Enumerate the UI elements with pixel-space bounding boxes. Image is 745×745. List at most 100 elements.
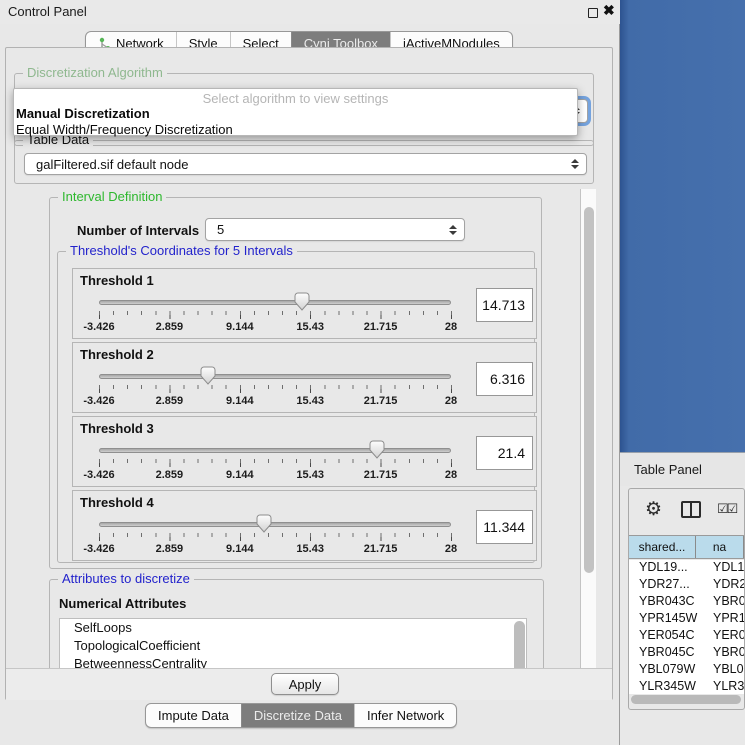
threshold-coordinates-title: Threshold's Coordinates for 5 Intervals	[66, 243, 297, 258]
table-panel: ⚙ ☑☑ shared...na YDL19...YDL1YDR27...YDR…	[628, 488, 745, 710]
tick-label: 15.43	[296, 395, 324, 407]
table-hscrollbar[interactable]	[631, 695, 741, 704]
interval-definition-title: Interval Definition	[58, 189, 166, 204]
threshold-value-field[interactable]: 11.344	[476, 510, 533, 544]
threshold-panel: Threshold 3 -3.426 2.859 9.144 15.43 21.715 28…	[72, 416, 537, 487]
table-data-group: Table Data galFiltered.sif default node	[14, 140, 594, 184]
threshold-panel: Threshold 4-3.4262.8599.14415.4321.71528…	[72, 490, 537, 561]
tick-label: -3.426	[83, 395, 114, 407]
slider-track[interactable]	[99, 448, 451, 453]
table-row[interactable]: YDL19...YDL1	[629, 560, 744, 577]
threshold-coordinates-group: Threshold's Coordinates for 5 Intervals …	[57, 251, 535, 563]
slider-track[interactable]	[99, 300, 451, 305]
num-intervals-label: Number of Intervals	[77, 223, 199, 238]
threshold-label: Threshold 2	[80, 347, 154, 362]
column-header[interactable]: na	[696, 536, 744, 558]
numerical-attributes-list[interactable]: SelfLoopsTopologicalCoefficientBetweenne…	[59, 618, 527, 669]
threshold-panel: Threshold 1 -3.426 2.859 9.144 15.43 21.715 28…	[72, 268, 537, 339]
tick-label: 21.715	[364, 321, 398, 333]
tab-discretize-data[interactable]: Discretize Data	[241, 704, 354, 727]
tick-label: 9.144	[226, 543, 254, 555]
table-row[interactable]: YER054CYER0	[629, 628, 744, 645]
tick-label: 21.715	[364, 395, 398, 407]
attributes-group: Attributes to discretize Numerical Attri…	[49, 579, 544, 669]
tick-label: -3.426	[83, 321, 114, 333]
tick-label: 9.144	[226, 469, 254, 481]
tick-label: 15.43	[296, 321, 324, 333]
table-row[interactable]: YDR27...YDR2	[629, 577, 744, 594]
tick-label: 2.859	[156, 321, 184, 333]
table-row[interactable]: YPR145WYPR1	[629, 611, 744, 628]
tick-label: 2.859	[156, 469, 184, 481]
tab-infer-network[interactable]: Infer Network	[354, 704, 456, 727]
tick-label: 15.43	[296, 469, 324, 481]
settings-scrollbar-thumb[interactable]	[584, 207, 594, 573]
gear-icon[interactable]: ⚙	[645, 498, 662, 521]
combo-arrows-icon	[571, 159, 579, 169]
slider-minor-ticks	[99, 385, 452, 389]
tick-label: 15.43	[296, 543, 324, 555]
algorithm-dropdown-popup: Select algorithm to view settings Manual…	[13, 88, 578, 136]
tab-impute-data[interactable]: Impute Data	[146, 704, 241, 727]
combo-arrows-icon	[449, 225, 457, 235]
settings-scrollbar[interactable]	[580, 189, 596, 669]
tick-label: -3.426	[83, 543, 114, 555]
threshold-label: Threshold 4	[80, 495, 154, 510]
tick-label: 28	[445, 395, 457, 407]
tick-label: -3.426	[83, 469, 114, 481]
slider-minor-ticks	[99, 533, 452, 537]
select-columns-icon[interactable]: ☑☑	[717, 501, 736, 517]
table-panel-titlebar: Table Panel	[620, 452, 745, 486]
tick-label: 2.859	[156, 543, 184, 555]
attribute-item[interactable]: TopologicalCoefficient	[60, 637, 526, 655]
threshold-value-field[interactable]: 14.713	[476, 288, 533, 322]
table-panel-title: Table Panel	[634, 462, 702, 477]
column-header[interactable]: shared...	[629, 536, 696, 558]
table-data-combo[interactable]: galFiltered.sif default node	[24, 153, 587, 175]
attribute-item[interactable]: BetweennessCentrality	[60, 655, 526, 669]
threshold-panel: Threshold 2 -3.426 2.859 9.144 15.43 21.715 28…	[72, 342, 537, 413]
table-row[interactable]: YBR045CYBR0	[629, 645, 744, 662]
threshold-label: Threshold 1	[80, 273, 154, 288]
slider-track[interactable]	[99, 374, 451, 379]
tick-label: 2.859	[156, 395, 184, 407]
attributes-list-scrollbar[interactable]	[514, 621, 525, 669]
slider-thumb[interactable]	[256, 514, 273, 534]
threshold-value-field[interactable]: 21.4	[476, 436, 533, 470]
columns-icon[interactable]	[681, 501, 701, 518]
slider-minor-ticks	[99, 459, 452, 463]
interval-definition-group: Interval Definition Number of Intervals …	[49, 197, 542, 569]
control-panel-titlebar: Control Panel ✖	[0, 0, 620, 24]
apply-button[interactable]: Apply	[271, 673, 339, 695]
table-row[interactable]: YLR345WYLR3	[629, 679, 744, 694]
tick-label: 28	[445, 321, 457, 333]
threshold-value-field[interactable]: 6.316	[476, 362, 533, 396]
tick-label: 21.715	[364, 469, 398, 481]
bottom-tab-bar: Impute DataDiscretize DataInfer Network	[145, 703, 457, 728]
slider-track[interactable]	[99, 522, 451, 527]
table-rows: YDL19...YDL1YDR27...YDR2YBR043CYBR0YPR14…	[629, 560, 744, 694]
table-row[interactable]: YBR043CYBR0	[629, 594, 744, 611]
tick-label: 28	[445, 543, 457, 555]
algorithm-option[interactable]: Manual Discretization	[16, 106, 150, 121]
table-toolbar: ⚙ ☑☑	[629, 489, 744, 533]
slider-minor-ticks	[99, 311, 452, 315]
threshold-label: Threshold 3	[80, 421, 154, 436]
num-intervals-combo[interactable]: 5	[205, 218, 465, 241]
slider-thumb[interactable]	[294, 292, 311, 312]
attribute-item[interactable]: SelfLoops	[60, 619, 526, 637]
slider-thumb[interactable]	[200, 366, 217, 386]
tick-label: 9.144	[226, 395, 254, 407]
network-desktop: GAL80GAGAL11CGAL4GCY1HHAP2	[620, 0, 745, 452]
numerical-attributes-label: Numerical Attributes	[59, 596, 186, 611]
apply-bar: Apply	[6, 668, 612, 700]
algorithm-option[interactable]: Equal Width/Frequency Discretization	[16, 122, 233, 137]
discretization-algorithm-title: Discretization Algorithm	[23, 65, 167, 80]
tick-label: 28	[445, 469, 457, 481]
tick-label: 9.144	[226, 321, 254, 333]
slider-thumb[interactable]	[369, 440, 386, 460]
table-row[interactable]: YBL079WYBL0	[629, 662, 744, 679]
float-window-icon[interactable]	[588, 8, 598, 18]
close-icon[interactable]: ✖	[603, 2, 615, 19]
attributes-title: Attributes to discretize	[58, 571, 194, 586]
